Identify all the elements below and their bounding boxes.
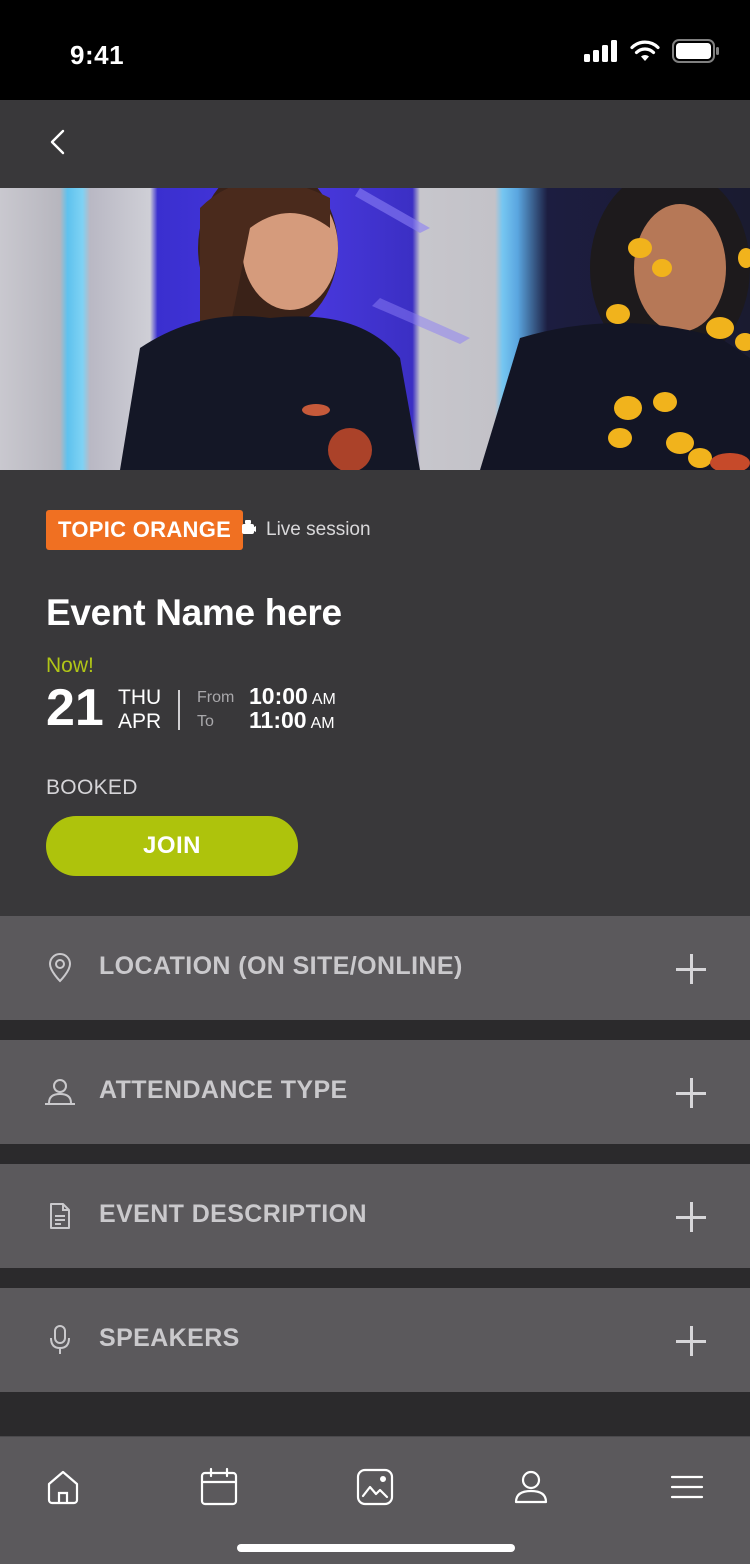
date-day: 21 [46, 679, 104, 737]
person-icon [44, 1076, 76, 1108]
time-to-value: 11:00 [249, 707, 307, 733]
status-time: 9:41 [70, 40, 125, 70]
now-label: Now! [46, 654, 94, 677]
signal-icon [584, 39, 618, 67]
session-type-label: Live session [266, 519, 371, 540]
accordion-location[interactable]: LOCATION (ON SITE/ONLINE) [0, 916, 750, 1020]
calendar-icon [199, 1467, 239, 1512]
time-to-label: To [197, 713, 214, 730]
accordion-event-description[interactable]: EVENT DESCRIPTION [0, 1164, 750, 1268]
time-to: 11:00 AM [249, 707, 335, 734]
accordion-label: ATTENDANCE TYPE [99, 1076, 348, 1104]
event-title: Event Name here [46, 592, 342, 633]
video-camera-icon [242, 519, 256, 541]
tab-home[interactable] [39, 1465, 87, 1513]
join-button[interactable]: JOIN [46, 816, 298, 876]
microphone-icon [44, 1324, 76, 1356]
plus-icon [676, 1078, 706, 1108]
home-icon [46, 1469, 80, 1510]
location-pin-icon [44, 952, 76, 984]
tab-gallery[interactable] [351, 1465, 399, 1513]
profile-icon [513, 1469, 549, 1510]
chevron-left-icon [49, 129, 67, 160]
menu-icon [670, 1474, 704, 1505]
gallery-icon [355, 1467, 395, 1512]
status-icons [584, 38, 720, 68]
time-from-label: From [197, 689, 235, 706]
date-weekday: THU [118, 686, 162, 709]
tab-calendar[interactable] [195, 1465, 243, 1513]
nav-header [0, 100, 750, 188]
accordion-label: EVENT DESCRIPTION [99, 1200, 367, 1228]
back-button[interactable] [36, 122, 80, 166]
plus-icon [676, 954, 706, 984]
hero-image [0, 188, 750, 470]
time-from: 10:00 AM [249, 683, 336, 710]
document-icon [44, 1200, 76, 1232]
hero-photo [120, 188, 750, 470]
session-type: Live session [242, 518, 371, 542]
time-from-value: 10:00 [249, 683, 308, 709]
wifi-icon [630, 40, 660, 67]
time-from-ampm: AM [311, 691, 336, 708]
status-bar: 9:41 [0, 0, 750, 100]
date-divider [178, 690, 180, 730]
accordion-label: LOCATION (ON SITE/ONLINE) [99, 952, 463, 980]
plus-icon [676, 1326, 706, 1356]
topic-badge: TOPIC ORANGE [46, 510, 244, 550]
accordion-attendance-type[interactable]: ATTENDANCE TYPE [0, 1040, 750, 1144]
tab-profile[interactable] [507, 1465, 555, 1513]
home-indicator [237, 1544, 515, 1552]
tab-menu[interactable] [663, 1465, 711, 1513]
event-details: TOPIC ORANGE Live session Event Name her… [0, 470, 750, 916]
accordion-speakers[interactable]: SPEAKERS [0, 1288, 750, 1392]
plus-icon [676, 1202, 706, 1232]
battery-icon [672, 38, 720, 68]
accordion-label: SPEAKERS [99, 1324, 240, 1352]
time-to-ampm: AM [310, 715, 335, 732]
booked-label: BOOKED [46, 776, 138, 799]
date-month: APR [118, 710, 162, 733]
